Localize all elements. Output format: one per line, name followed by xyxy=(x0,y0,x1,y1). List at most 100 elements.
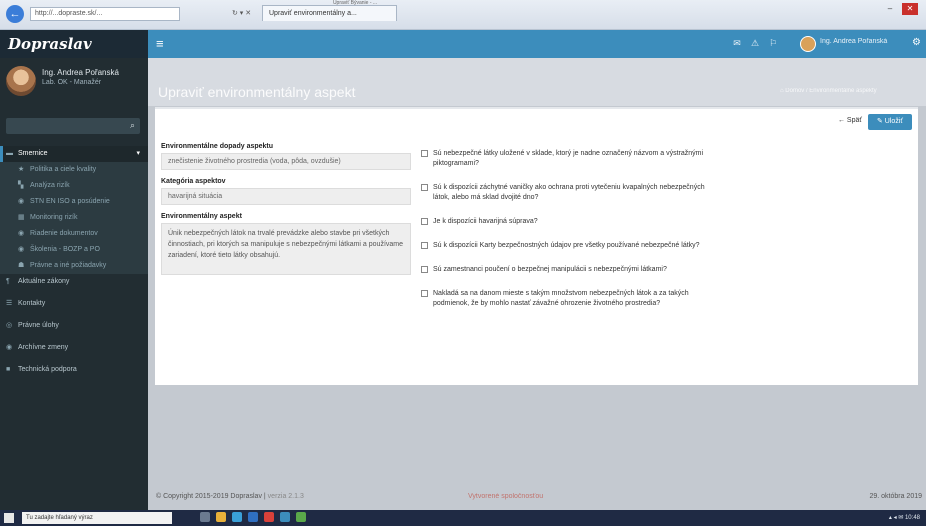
category-label: Kategória aspektov xyxy=(161,178,226,185)
sidebar-item-archiv[interactable]: ◉ Archívne zmeny xyxy=(0,340,148,356)
sidebar-item-zakony[interactable]: ¶ Aktuálne zákony xyxy=(0,274,148,290)
impacts-label: Environmentálne dopady aspektu xyxy=(161,143,274,150)
sidebar-item-label: Smernice xyxy=(18,150,48,157)
browser-back-button[interactable]: ← xyxy=(6,5,24,23)
sidebar-item-monitoring[interactable]: ▦ Monitoring rizík xyxy=(0,210,148,226)
save-button[interactable]: ✎ Uložiť xyxy=(868,114,912,130)
avatar xyxy=(6,66,36,96)
checklist-text: Je k dispozícii havarijná súprava? xyxy=(433,218,538,225)
app-logo[interactable]: Dopraslav xyxy=(0,30,148,58)
gear-icon[interactable]: ⚙ xyxy=(912,37,921,48)
sidebar-item-label: Archívne zmeny xyxy=(18,344,69,351)
footer-credit[interactable]: Vytvorené spoločnosťou xyxy=(468,488,543,506)
sidebar-item-label: Analýza rizík xyxy=(30,182,70,189)
star-icon: ★ xyxy=(18,166,25,173)
category-field[interactable]: havarijná situácia xyxy=(161,188,411,205)
list-icon: ▬ xyxy=(6,150,13,157)
header-user-name[interactable]: Ing. Andrea Pořanská xyxy=(820,38,906,45)
close-button[interactable]: ✕ xyxy=(902,3,918,15)
system-tray[interactable]: ▴ ◂ ✉ 10:48 xyxy=(889,512,920,524)
page-title: Upraviť environmentálny aspekt xyxy=(158,84,356,100)
sidebar-item-label: Monitoring rizík xyxy=(30,214,78,221)
address-bar[interactable]: http://...dopraste.sk/... xyxy=(30,7,180,21)
mail-icon[interactable]: ✉ xyxy=(728,38,746,49)
checkbox[interactable] xyxy=(421,184,428,191)
checklist-text: Sú nebezpečné látky uložené v sklade, kt… xyxy=(433,150,704,167)
os-taskbar: Tu zadajte hľadaný výraz ▴ ◂ ✉ 10:48 xyxy=(0,510,926,526)
checklist-item[interactable]: Sú zamestnanci poučení o bezpečnej manip… xyxy=(421,265,721,275)
folder-icon[interactable] xyxy=(216,512,226,522)
sidebar-item-kontakty[interactable]: ☰ Kontakty xyxy=(0,296,148,312)
sidebar-item-analyza[interactable]: ▚ Analýza rizík xyxy=(0,178,148,194)
building-icon: ☗ xyxy=(18,262,25,269)
sidebar-nav: ▬ Smernice ▾ ★ Politika a ciele kvality ▚ An… xyxy=(0,146,148,378)
impacts-field[interactable]: znečistenie životného prostredia (voda, … xyxy=(161,153,411,170)
sidebar-item-riadenie[interactable]: ◉ Riadenie dokumentov xyxy=(0,226,148,242)
browser-icon[interactable] xyxy=(232,512,242,522)
sidebar-item-label: Politika a ciele kvality xyxy=(30,166,97,173)
header-icons: ✉ ⚠ ⚐ xyxy=(728,38,782,52)
menu-icon[interactable]: ≡ xyxy=(156,36,164,52)
search-input[interactable] xyxy=(6,118,118,134)
user-avatar-small[interactable] xyxy=(800,36,816,52)
version-text: verzia 2.1.3 xyxy=(267,493,304,500)
app-icon[interactable] xyxy=(296,512,306,522)
checkbox[interactable] xyxy=(421,150,428,157)
user-panel: Ing. Andrea Pořanská Lab. OK - Manažér xyxy=(6,66,146,104)
circle-icon: ◉ xyxy=(6,344,13,351)
circle-icon: ◉ xyxy=(18,230,25,237)
form-box: ← Späť ✎ Uložiť Environmentálne dopady a… xyxy=(155,107,918,385)
sidebar-item-pravne[interactable]: ☗ Právne a iné požiadavky xyxy=(0,258,148,274)
app-icon[interactable] xyxy=(280,512,290,522)
windows-start-icon[interactable] xyxy=(4,513,14,523)
taskbar-search[interactable]: Tu zadajte hľadaný výraz xyxy=(22,512,172,524)
sidebar-user-name: Ing. Andrea Pořanská xyxy=(42,68,119,77)
aspect-textarea[interactable]: Únik nebezpečných látok na trvalé prevád… xyxy=(161,223,411,275)
sidebar-item-politika[interactable]: ★ Politika a ciele kvality xyxy=(0,162,148,178)
minimize-button[interactable]: – xyxy=(884,3,896,15)
checklist-item[interactable]: Nakladá sa na danom mieste s takým množs… xyxy=(421,289,721,309)
circle-icon: ◉ xyxy=(18,198,25,205)
paragraph-icon: ¶ xyxy=(6,278,10,285)
browser-tab[interactable]: Upraviť environmentálny a... xyxy=(262,5,397,21)
checkbox[interactable] xyxy=(421,242,428,249)
sidebar-item-skolenia[interactable]: ◉ Školenia - BOZP a PO xyxy=(0,242,148,258)
breadcrumb[interactable]: ⌂ Domov / Environmentálne aspekty xyxy=(780,88,877,94)
checklist-item[interactable]: Sú nebezpečné látky uložené v sklade, kt… xyxy=(421,149,721,169)
checklist-item[interactable]: Je k dispozícii havarijná súprava? xyxy=(421,217,721,227)
checkbox[interactable] xyxy=(421,290,428,297)
task-view-icon[interactable] xyxy=(200,512,210,522)
chevron-down-icon: ▾ xyxy=(136,150,140,157)
sidebar-item-ulohy[interactable]: ◎ Právne úlohy xyxy=(0,318,148,334)
app-icon[interactable] xyxy=(264,512,274,522)
address-controls[interactable]: ↻ ▾ ✕ xyxy=(232,7,260,21)
footer-date: 29. októbra 2019 xyxy=(869,493,922,500)
flag-icon[interactable]: ⚐ xyxy=(764,38,782,49)
sidebar-item-smernice[interactable]: ▬ Smernice ▾ xyxy=(0,146,148,162)
taskbar-apps xyxy=(200,512,312,524)
copyright-text: © Copyright 2015-2019 Dopraslav xyxy=(156,493,262,500)
warning-icon[interactable]: ⚠ xyxy=(746,38,764,49)
checklist-text: Sú k dispozícii záchytné vaničky ako och… xyxy=(433,184,705,201)
checklist-item[interactable]: Sú k dispozícii záchytné vaničky ako och… xyxy=(421,183,721,203)
checkbox[interactable] xyxy=(421,266,428,273)
sidebar-item-label: Technická podpora xyxy=(18,366,77,373)
circle-icon: ◉ xyxy=(18,246,25,253)
app-header: ≡ ✉ ⚠ ⚐ Ing. Andrea Pořanská ⚙ xyxy=(148,30,926,58)
sidebar-user-status: Lab. OK - Manažér xyxy=(42,79,102,86)
aspect-label: Environmentálny aspekt xyxy=(161,213,242,220)
sidebar-item-label: Právne úlohy xyxy=(18,322,59,329)
sidebar-item-label: Kontakty xyxy=(18,300,46,307)
sidebar-search: ⌕ xyxy=(6,118,140,134)
search-icon[interactable]: ⌕ xyxy=(130,120,135,131)
checkbox[interactable] xyxy=(421,218,428,225)
app-icon[interactable] xyxy=(248,512,258,522)
browser-toolbar: Upraviť Bývanie - ... ← http://...dopras… xyxy=(0,0,926,30)
sidebar-item-label: Školenia - BOZP a PO xyxy=(30,246,100,253)
back-button[interactable]: ← Späť xyxy=(838,117,862,124)
sidebar-item-podpora[interactable]: ■ Technická podpora xyxy=(0,362,148,378)
target-icon: ◎ xyxy=(6,322,13,329)
support-icon: ■ xyxy=(6,366,11,373)
sidebar-item-stn[interactable]: ◉ STN EN ISO a posúdenie xyxy=(0,194,148,210)
checklist-item[interactable]: Sú k dispozícii Karty bezpečnostných úda… xyxy=(421,241,721,251)
